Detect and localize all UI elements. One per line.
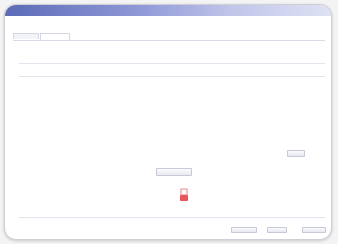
window-titlebar	[5, 5, 331, 16]
task-label[interactable]	[150, 103, 310, 107]
back-button[interactable]	[231, 227, 257, 233]
pointer-cursor-icon	[180, 188, 188, 201]
divider	[19, 63, 325, 64]
divider	[19, 76, 325, 77]
column-header-task	[150, 80, 210, 83]
tab-active[interactable]	[40, 33, 70, 40]
wizard-window	[4, 4, 332, 240]
task-number	[35, 126, 43, 130]
next-button[interactable]	[267, 227, 287, 233]
task-number	[35, 137, 43, 141]
task-label[interactable]	[150, 91, 310, 95]
task-row	[19, 114, 319, 120]
task-number	[35, 115, 43, 119]
task-number	[35, 103, 43, 107]
tab-bar	[13, 32, 325, 41]
task-label[interactable]	[150, 115, 310, 119]
tab-first[interactable]	[13, 33, 39, 39]
task-row	[19, 136, 319, 142]
task-label[interactable]	[150, 137, 310, 141]
task-number	[35, 91, 43, 95]
window-title	[39, 8, 149, 11]
footer-divider	[19, 217, 325, 218]
task-label[interactable]	[150, 126, 310, 130]
description-text	[19, 55, 325, 58]
page-title	[15, 20, 155, 28]
cancel-button[interactable]	[302, 227, 326, 233]
footer-link[interactable]	[25, 221, 55, 225]
help-sub-link[interactable]	[291, 45, 325, 48]
task-row	[19, 125, 319, 131]
task-row	[19, 90, 319, 96]
center-action-button[interactable]	[156, 168, 192, 176]
small-action-button[interactable]	[287, 150, 305, 157]
help-link[interactable]	[309, 21, 325, 26]
task-row	[19, 102, 319, 108]
column-header-step	[35, 80, 75, 83]
